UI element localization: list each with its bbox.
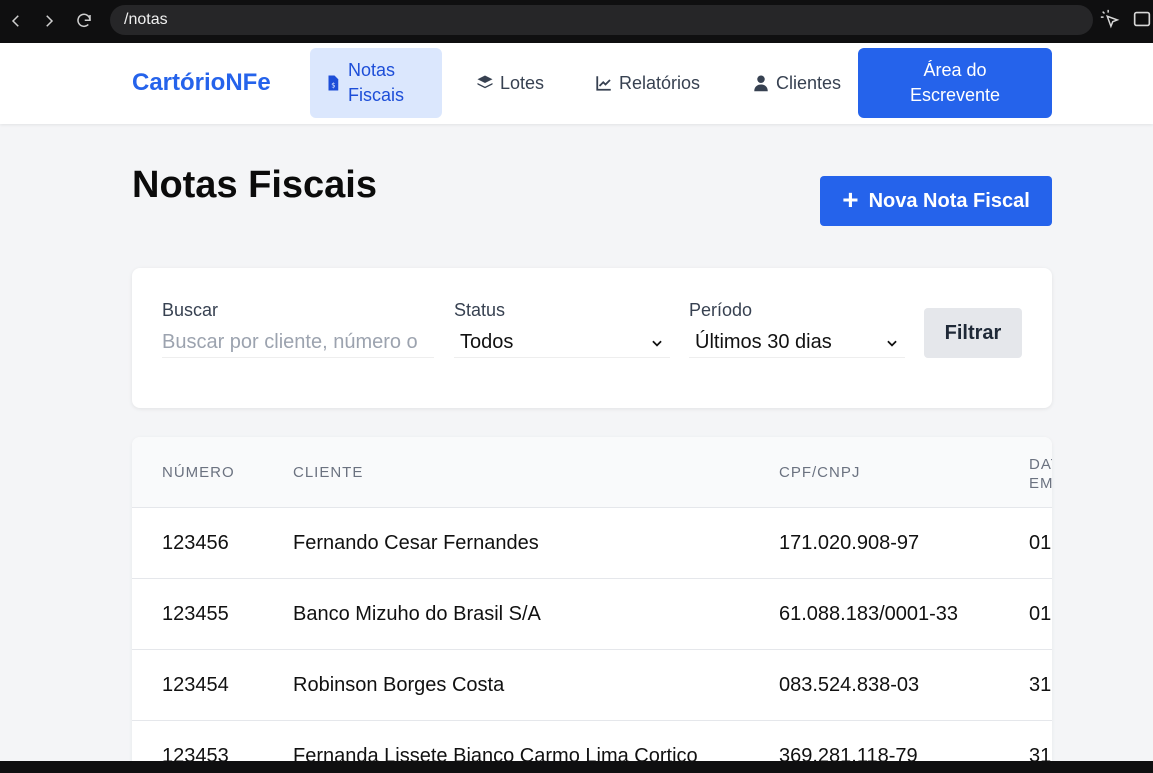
column-header-data-emissao[interactable]: DATA EMISSÃO bbox=[1029, 455, 1052, 493]
filter-button[interactable]: Filtrar bbox=[924, 308, 1022, 358]
cell-numero: 123456 bbox=[162, 532, 229, 554]
cell-data: 31/ bbox=[1029, 674, 1051, 696]
nav-item-lotes[interactable]: Lotes bbox=[476, 48, 544, 118]
table-header: NÚMERO CLIENTE CPF/CNPJ DATA EMISSÃO bbox=[132, 437, 1052, 508]
chevron-down-icon bbox=[652, 340, 662, 347]
layers-icon bbox=[477, 75, 493, 89]
search-input[interactable] bbox=[162, 328, 434, 358]
nav-item-clientes[interactable]: Clientes bbox=[752, 48, 841, 118]
column-header-cliente[interactable]: CLIENTE bbox=[293, 464, 363, 481]
nav-label: Clientes bbox=[776, 72, 842, 93]
cell-cliente: Fernando Cesar Fernandes bbox=[293, 532, 539, 554]
column-header-cpf-cnpj[interactable]: CPF/CNPJ bbox=[779, 464, 860, 481]
brand-logo[interactable]: CartórioNFe bbox=[132, 69, 271, 97]
period-select[interactable]: Últimos 30 dias bbox=[689, 328, 905, 358]
nav-label: Lotes bbox=[500, 72, 545, 93]
invoices-table: NÚMERO CLIENTE CPF/CNPJ DATA EMISSÃO 123… bbox=[132, 437, 1052, 773]
cell-numero: 123455 bbox=[162, 603, 229, 625]
plus-icon: + bbox=[842, 183, 859, 215]
cell-numero: 123454 bbox=[162, 674, 229, 696]
nav-item-relatorios[interactable]: Relatórios bbox=[595, 48, 700, 118]
cell-cpf-cnpj: 61.088.183/0001-33 bbox=[779, 603, 959, 625]
cell-cpf-cnpj: 171.020.908-97 bbox=[779, 532, 920, 554]
cell-cliente: Banco Mizuho do Brasil S/A bbox=[293, 603, 541, 625]
nav-item-notas-fiscais[interactable]: $ Notas Fiscais bbox=[310, 48, 442, 118]
cell-data: 01/ bbox=[1029, 603, 1051, 625]
cell-cpf-cnpj: 083.524.838-03 bbox=[779, 674, 920, 696]
table-row[interactable]: 123455 Banco Mizuho do Brasil S/A 61.088… bbox=[132, 579, 1052, 650]
chart-line-icon bbox=[596, 76, 611, 91]
filter-panel: Buscar Status Todos Período Últimos 30 d… bbox=[132, 268, 1052, 408]
cursor-select-icon[interactable] bbox=[1099, 8, 1121, 30]
url-text: /notas bbox=[124, 11, 168, 28]
app-header: CartórioNFe $ Notas Fiscais Lotes Relató… bbox=[0, 43, 1153, 124]
svg-text:$: $ bbox=[331, 82, 335, 90]
area-escrevente-button[interactable]: Área do Escrevente bbox=[858, 48, 1052, 118]
status-label: Status bbox=[454, 300, 506, 320]
cell-data: 01/ bbox=[1029, 532, 1051, 554]
nav-label: Notas Fiscais bbox=[348, 60, 405, 105]
browser-toolbar: /notas bbox=[0, 0, 1153, 43]
chevron-down-icon bbox=[887, 340, 897, 347]
table-row[interactable]: 123454 Robinson Borges Costa 083.524.838… bbox=[132, 650, 1052, 721]
table-row[interactable]: 123456 Fernando Cesar Fernandes 171.020.… bbox=[132, 508, 1052, 579]
window-icon[interactable] bbox=[1131, 8, 1153, 30]
status-select[interactable]: Todos bbox=[454, 328, 670, 358]
back-icon[interactable] bbox=[0, 5, 32, 37]
page-title: Notas Fiscais bbox=[132, 164, 377, 206]
search-label: Buscar bbox=[162, 300, 219, 320]
new-invoice-label: Nova Nota Fiscal bbox=[868, 189, 1030, 212]
status-value: Todos bbox=[460, 331, 514, 353]
period-value: Últimos 30 dias bbox=[695, 331, 832, 353]
forward-icon[interactable] bbox=[33, 5, 65, 37]
url-bar[interactable]: /notas bbox=[110, 5, 1093, 35]
new-invoice-button[interactable]: + Nova Nota Fiscal bbox=[820, 176, 1052, 226]
browser-bottom-edge bbox=[0, 761, 1153, 773]
nav-label: Relatórios bbox=[619, 72, 701, 93]
user-icon bbox=[754, 75, 768, 92]
cell-cliente: Robinson Borges Costa bbox=[293, 674, 505, 696]
browser-extensions bbox=[1099, 8, 1153, 30]
period-label: Período bbox=[689, 300, 753, 320]
file-invoice-icon: $ bbox=[328, 75, 339, 91]
column-header-numero[interactable]: NÚMERO bbox=[162, 464, 235, 481]
reload-icon[interactable] bbox=[68, 5, 100, 37]
